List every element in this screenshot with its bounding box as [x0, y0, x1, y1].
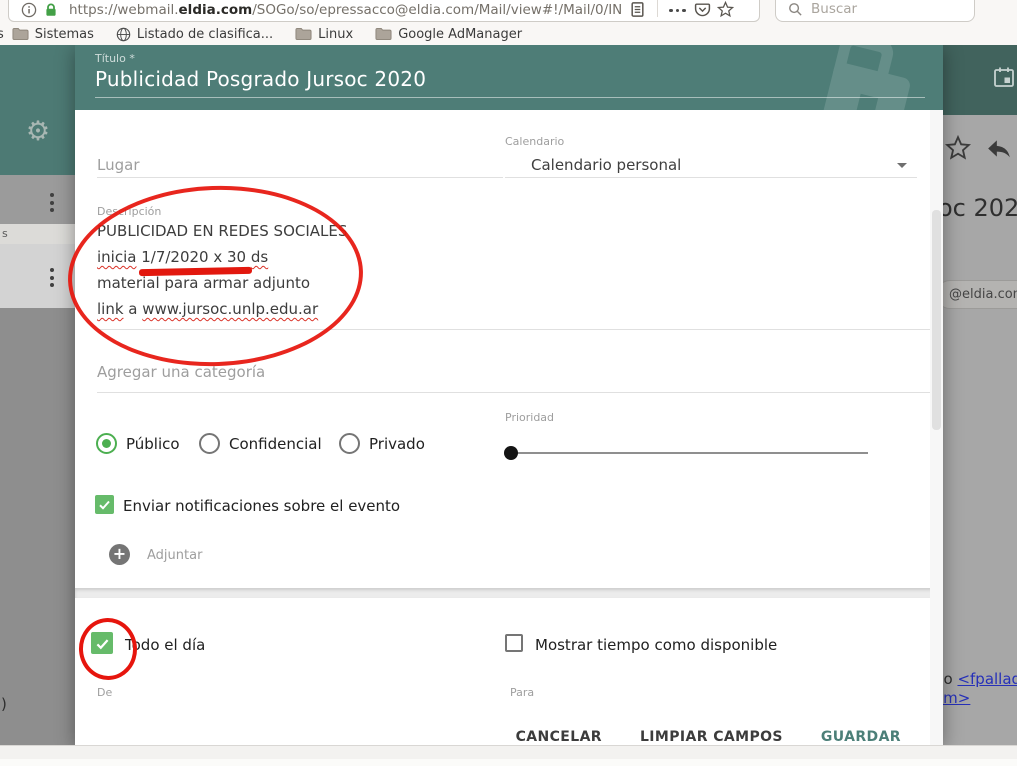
- calendar-icon[interactable]: [992, 65, 1016, 89]
- radio-privado[interactable]: Privado: [339, 433, 425, 454]
- browser-chrome: https://webmail.eldia.com/SOGo/so/epress…: [0, 0, 1017, 45]
- kebab-menu-icon[interactable]: [45, 268, 59, 287]
- descripcion-line: material para armar adjunto: [97, 270, 517, 296]
- prioridad-slider-thumb[interactable]: [504, 446, 518, 460]
- pocket-icon[interactable]: [694, 1, 711, 18]
- mostrar-tiempo-checkbox[interactable]: [505, 634, 523, 652]
- field-underline: [505, 177, 917, 178]
- bookmark-fragment[interactable]: s: [0, 27, 4, 42]
- lock-watermark-icon: [803, 45, 943, 110]
- para-label: Para: [510, 686, 534, 699]
- radio-unselected-icon: [339, 433, 360, 454]
- search-input[interactable]: Buscar: [775, 0, 975, 22]
- globe-icon: [116, 27, 131, 42]
- folder-icon: [12, 27, 29, 41]
- mostrar-tiempo-label: Mostrar tiempo como disponible: [535, 636, 777, 654]
- star-flag-icon[interactable]: [945, 135, 971, 161]
- url-bar[interactable]: https://webmail.eldia.com/SOGo/so/epress…: [8, 0, 760, 22]
- email-address-link[interactable]: <fpallad: [957, 670, 1017, 688]
- search-placeholder: Buscar: [811, 1, 857, 17]
- descripcion-line: link a www.jursoc.unlp.edu.ar: [97, 296, 517, 322]
- bookmark-item[interactable]: Linux: [295, 27, 353, 42]
- bookmarks-bar-items: Sistemas Listado de clasifica... Linux Goog…: [12, 27, 544, 42]
- radio-unselected-icon: [199, 433, 220, 454]
- radio-confidencial[interactable]: Confidencial: [199, 433, 322, 454]
- mail-list-section-label: s: [0, 224, 75, 244]
- titulo-underline: [95, 97, 925, 98]
- prioridad-label: Prioridad: [505, 411, 554, 424]
- radio-publico[interactable]: Público: [96, 433, 180, 454]
- bookmark-label: Linux: [318, 27, 353, 42]
- todo-el-dia-label: Todo el día: [125, 636, 205, 654]
- descripcion-line: inicia 1/7/2020 x 30 ds: [97, 244, 517, 270]
- lugar-input[interactable]: Lugar: [97, 156, 139, 174]
- categoria-input[interactable]: Agregar una categoría: [97, 363, 265, 381]
- email-body-line: no <fpallad: [934, 670, 1017, 688]
- bookmark-label: Listado de clasifica...: [137, 27, 273, 42]
- event-edit-dialog: Título * Publicidad Posgrado Jursoc 2020…: [75, 45, 943, 745]
- notificaciones-checkbox[interactable]: [95, 495, 114, 514]
- clipped-text-fragment: ): [1, 695, 7, 713]
- notificaciones-label: Enviar notificaciones sobre el evento: [123, 497, 400, 515]
- bottom-strip: [0, 745, 1017, 766]
- search-icon: [788, 2, 803, 17]
- prioridad-slider-track[interactable]: [511, 452, 868, 454]
- page-actions-icon[interactable]: [669, 9, 686, 13]
- reply-icon[interactable]: [986, 137, 1012, 159]
- bookmark-label: Sistemas: [35, 27, 94, 42]
- lock-icon[interactable]: [43, 2, 59, 18]
- descripcion-label: Descripción: [97, 205, 161, 218]
- folder-icon: [295, 27, 312, 41]
- gear-icon[interactable]: ⚙: [22, 116, 54, 148]
- attach-plus-icon[interactable]: +: [109, 544, 130, 565]
- descripcion-line: PUBLICIDAD EN REDES SOCIALES: [97, 218, 517, 244]
- bookmark-label: Google AdManager: [398, 27, 522, 42]
- bookmark-item[interactable]: Google AdManager: [375, 27, 522, 42]
- de-label: De: [97, 686, 112, 699]
- field-underline: [97, 177, 503, 178]
- mail-list-row: [0, 175, 75, 224]
- field-underline: [97, 392, 939, 393]
- field-underline: [97, 329, 939, 330]
- todo-el-dia-checkbox[interactable]: [91, 632, 113, 654]
- dialog-scrollbar-thumb[interactable]: [932, 210, 941, 430]
- titulo-input[interactable]: Publicidad Posgrado Jursoc 2020: [95, 67, 426, 91]
- radio-selected-icon: [96, 433, 117, 454]
- mail-list-row-selected[interactable]: [0, 244, 75, 308]
- section-divider: [75, 588, 943, 598]
- folder-icon: [375, 27, 392, 41]
- bookmark-star-icon[interactable]: [717, 1, 734, 18]
- url-text: https://webmail.eldia.com/SOGo/so/epress…: [69, 2, 621, 18]
- adjuntar-label[interactable]: Adjuntar: [147, 548, 202, 563]
- reader-mode-icon[interactable]: [629, 1, 646, 18]
- bookmarks-bar: s Sistemas Listado de clasifica... Linux Go…: [0, 23, 1017, 45]
- chevron-down-icon[interactable]: [897, 163, 907, 168]
- dialog-header: Título * Publicidad Posgrado Jursoc 2020: [75, 45, 943, 110]
- info-icon[interactable]: [21, 2, 37, 18]
- divider: [657, 0, 658, 17]
- kebab-menu-icon[interactable]: [45, 193, 59, 212]
- titulo-label: Título *: [95, 52, 135, 65]
- calendario-label: Calendario: [505, 135, 564, 148]
- sender-email-chip[interactable]: @eldia.com: [936, 280, 1017, 309]
- email-subject-fragment: oc 2020: [938, 194, 1017, 222]
- descripcion-text[interactable]: PUBLICIDAD EN REDES SOCIALESinicia 1/7/2…: [97, 218, 517, 322]
- screen: ⚙ s ) oc 2020 @eldia.com no <fpallad om>…: [0, 0, 1017, 766]
- mail-list-background: [0, 308, 75, 745]
- calendario-select[interactable]: Calendario personal: [531, 156, 681, 174]
- bookmark-item[interactable]: Sistemas: [12, 27, 94, 42]
- bookmark-item[interactable]: Listado de clasifica...: [116, 27, 273, 42]
- sidebar-header: [0, 45, 75, 175]
